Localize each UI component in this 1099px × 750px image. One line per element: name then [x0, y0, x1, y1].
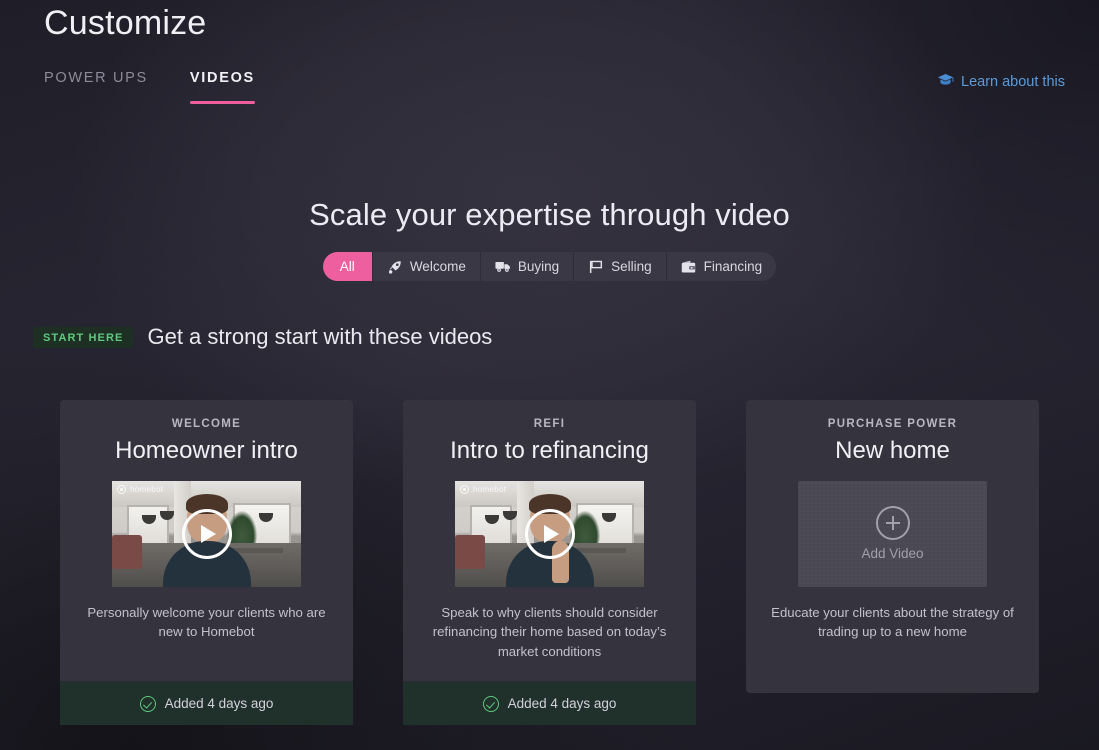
video-card-category: PURCHASE POWER	[827, 418, 958, 430]
flag-icon	[588, 259, 604, 275]
filter-selling-label: Selling	[611, 259, 652, 274]
filter-selling[interactable]: Selling	[573, 252, 666, 281]
plus-circle-icon	[875, 506, 910, 541]
learn-about-this-label: Learn about this	[961, 73, 1065, 90]
video-card-category: REFI	[533, 418, 566, 430]
section-header: START HERE Get a strong start with these…	[33, 324, 492, 350]
video-thumbnail[interactable]: homebot	[112, 480, 301, 587]
homebot-logo-icon	[117, 484, 126, 494]
video-card-description: Educate your clients about the strategy …	[771, 604, 1014, 640]
rocket-icon	[387, 259, 403, 275]
homebot-watermark-label: homebot	[130, 484, 164, 494]
graduation-cap-icon	[937, 73, 954, 90]
play-button[interactable]	[524, 508, 575, 559]
filter-welcome-label: Welcome	[409, 259, 466, 274]
video-card-body: REFI Intro to refinancing homebot Speak …	[403, 400, 696, 681]
hero-title: Scale your expertise through video	[309, 197, 790, 232]
homebot-watermark-label: homebot	[473, 484, 507, 494]
homebot-watermark: homebot	[460, 484, 507, 494]
filter-all-label: All	[339, 259, 355, 274]
filter-financing-label: Financing	[703, 259, 763, 274]
homebot-watermark: homebot	[117, 484, 164, 494]
play-button[interactable]	[181, 508, 232, 559]
check-circle-icon	[482, 695, 499, 712]
tab-power-ups[interactable]: POWER UPS	[44, 70, 148, 104]
video-card-title: Intro to refinancing	[450, 437, 649, 464]
wallet-icon	[681, 259, 697, 275]
page-title: Customize	[44, 4, 207, 42]
check-circle-icon	[139, 695, 156, 712]
filter-buying[interactable]: Buying	[479, 252, 574, 281]
homebot-logo-icon	[460, 484, 469, 494]
filter-bar: All Welcome Buying Selling Financing	[0, 252, 1099, 281]
truck-icon	[495, 259, 511, 275]
video-card-body: WELCOME Homeowner intro homebot Personal…	[60, 400, 353, 662]
video-card-category: WELCOME	[171, 418, 242, 430]
add-video-button[interactable]: Add Video	[798, 480, 987, 587]
filter-all[interactable]: All	[322, 252, 372, 281]
video-card-footer: Added 4 days ago	[60, 681, 353, 726]
filter-welcome[interactable]: Welcome	[371, 252, 480, 281]
filter-buying-label: Buying	[517, 259, 560, 274]
video-card[interactable]: REFI Intro to refinancing homebot Speak …	[403, 400, 696, 726]
video-card-title: Homeowner intro	[115, 437, 298, 464]
start-here-badge: START HERE	[33, 326, 134, 348]
video-card[interactable]: PURCHASE POWER New home Add Video Educat…	[746, 400, 1039, 693]
video-card-body: PURCHASE POWER New home Add Video Educat…	[746, 400, 1039, 662]
tab-videos[interactable]: VIDEOS	[189, 70, 255, 104]
filter-group: All Welcome Buying Selling Financing	[322, 252, 777, 281]
video-card-description: Personally welcome your clients who are …	[87, 604, 326, 640]
tab-bar: POWER UPS VIDEOS	[44, 70, 255, 104]
video-thumbnail[interactable]: homebot	[455, 480, 644, 587]
filter-financing[interactable]: Financing	[665, 252, 777, 281]
video-card-footer: Added 4 days ago	[403, 681, 696, 726]
learn-about-this-link[interactable]: Learn about this	[937, 73, 1065, 90]
customize-videos-page: Customize POWER UPS VIDEOS Learn about t…	[0, 0, 1099, 750]
video-card[interactable]: WELCOME Homeowner intro homebot Personal…	[60, 400, 353, 726]
video-card-status: Added 4 days ago	[164, 696, 274, 712]
video-card-title: New home	[835, 437, 950, 464]
video-card-status: Added 4 days ago	[507, 696, 617, 712]
add-video-label: Add Video	[861, 546, 924, 562]
video-card-description: Speak to why clients should consider ref…	[432, 604, 667, 659]
video-card-list: WELCOME Homeowner intro homebot Personal…	[60, 400, 1039, 726]
section-title: Get a strong start with these videos	[147, 324, 493, 349]
